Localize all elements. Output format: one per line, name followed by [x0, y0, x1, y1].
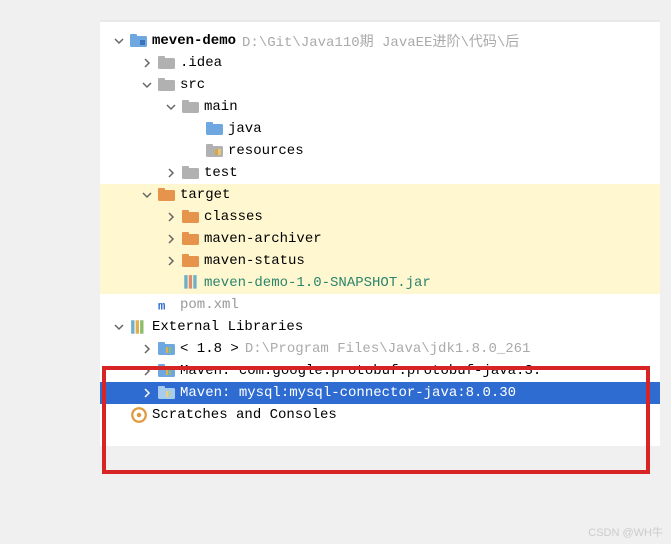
chevron-down-icon[interactable] — [112, 320, 126, 334]
chevron-down-icon[interactable] — [140, 78, 154, 92]
library-folder-icon — [158, 363, 176, 379]
tree-row-target[interactable]: target — [100, 184, 660, 206]
tree-row-resources[interactable]: resources — [100, 140, 660, 162]
tree-row-pom[interactable]: m pom.xml — [100, 294, 660, 316]
tree-row-test[interactable]: test — [100, 162, 660, 184]
tree-label: < 1.8 > — [180, 341, 239, 357]
tree-row-maven-archiver[interactable]: maven-archiver — [100, 228, 660, 250]
jar-file-icon — [182, 275, 200, 291]
library-folder-icon — [158, 341, 176, 357]
chevron-right-icon[interactable] — [164, 254, 178, 268]
tree-row-mysql[interactable]: Maven: mysql:mysql-connector-java:8.0.30 — [100, 382, 660, 404]
folder-icon — [182, 99, 200, 115]
tree-label: main — [204, 99, 238, 115]
tree-row-idea[interactable]: .idea — [100, 52, 660, 74]
chevron-right-icon[interactable] — [140, 386, 154, 400]
library-folder-icon — [158, 385, 176, 401]
chevron-right-icon[interactable] — [140, 364, 154, 378]
excluded-folder-icon — [158, 187, 176, 203]
folder-icon — [158, 77, 176, 93]
tree-label: maven-archiver — [204, 231, 322, 247]
resources-folder-icon — [206, 143, 224, 159]
chevron-down-icon[interactable] — [112, 34, 126, 48]
maven-file-icon: m — [158, 297, 176, 313]
tree-label: Scratches and Consoles — [152, 407, 337, 423]
tree-label: src — [180, 77, 205, 93]
tree-label: java — [228, 121, 262, 137]
tree-label: Maven: com.google.protobuf:protobuf-java… — [180, 363, 541, 379]
tree-row-src[interactable]: src — [100, 74, 660, 96]
chevron-right-icon[interactable] — [140, 56, 154, 70]
chevron-right-icon[interactable] — [140, 342, 154, 356]
libraries-icon — [130, 319, 148, 335]
tree-row-jar[interactable]: meven-demo-1.0-SNAPSHOT.jar — [100, 272, 660, 294]
chevron-down-icon[interactable] — [164, 100, 178, 114]
folder-icon — [182, 165, 200, 181]
watermark: CSDN @WH牛 — [588, 524, 663, 540]
tree-row-scratches[interactable]: Scratches and Consoles — [100, 404, 660, 426]
tree-row-java[interactable]: java — [100, 118, 660, 140]
chevron-down-icon[interactable] — [140, 188, 154, 202]
tree-path: D:\Git\Java110期 JavaEE进阶\代码\后 — [242, 31, 519, 51]
folder-icon — [158, 55, 176, 71]
project-tree-panel: meven-demo D:\Git\Java110期 JavaEE进阶\代码\后… — [100, 20, 660, 446]
tree-path: D:\Program Files\Java\jdk1.8.0_261 — [245, 341, 531, 357]
tree-row-external-libs[interactable]: External Libraries — [100, 316, 660, 338]
excluded-folder-icon — [182, 231, 200, 247]
tree-label: test — [204, 165, 238, 181]
scratches-icon — [130, 407, 148, 423]
svg-text:m: m — [158, 300, 165, 314]
chevron-right-icon[interactable] — [164, 166, 178, 180]
tree-label: maven-status — [204, 253, 305, 269]
excluded-folder-icon — [182, 209, 200, 225]
source-folder-icon — [206, 121, 224, 137]
tree-row-maven-status[interactable]: maven-status — [100, 250, 660, 272]
tree-label: Maven: mysql:mysql-connector-java:8.0.30 — [180, 385, 516, 401]
tree-row-root[interactable]: meven-demo D:\Git\Java110期 JavaEE进阶\代码\后 — [100, 30, 660, 52]
excluded-folder-icon — [182, 253, 200, 269]
chevron-right-icon[interactable] — [164, 232, 178, 246]
tree-row-jdk[interactable]: < 1.8 > D:\Program Files\Java\jdk1.8.0_2… — [100, 338, 660, 360]
tree-label: External Libraries — [152, 319, 303, 335]
module-folder-icon — [130, 33, 148, 49]
tree-label: classes — [204, 209, 263, 225]
chevron-right-icon[interactable] — [164, 210, 178, 224]
tree-row-protobuf[interactable]: Maven: com.google.protobuf:protobuf-java… — [100, 360, 660, 382]
tree-label: meven-demo — [152, 33, 236, 49]
tree-row-main[interactable]: main — [100, 96, 660, 118]
tree-row-classes[interactable]: classes — [100, 206, 660, 228]
tree-label: pom.xml — [180, 297, 239, 313]
tree-label: target — [180, 187, 230, 203]
tree-label: .idea — [180, 55, 222, 71]
tree-label: resources — [228, 143, 304, 159]
tree-label: meven-demo-1.0-SNAPSHOT.jar — [204, 275, 431, 291]
